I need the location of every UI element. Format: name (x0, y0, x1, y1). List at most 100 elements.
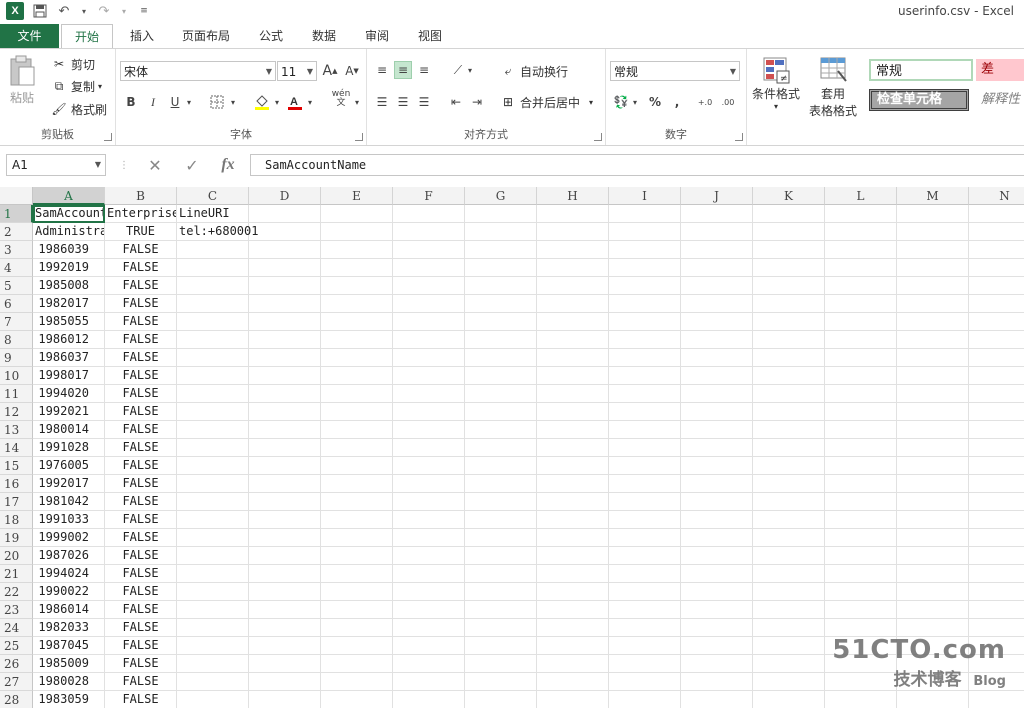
cell-f8[interactable] (393, 331, 465, 349)
cell-a1[interactable]: SamAccountName (33, 205, 105, 223)
cell-e4[interactable] (321, 259, 393, 277)
cell-a19[interactable]: 1999002 (33, 529, 105, 547)
cell-c8[interactable] (177, 331, 249, 349)
cell-e28[interactable] (321, 691, 393, 708)
cell-f15[interactable] (393, 457, 465, 475)
cell-d10[interactable] (249, 367, 321, 385)
cell-i5[interactable] (609, 277, 681, 295)
column-header-d[interactable]: D (249, 187, 321, 205)
column-header-j[interactable]: J (681, 187, 753, 205)
cell-l15[interactable] (825, 457, 897, 475)
cell-l11[interactable] (825, 385, 897, 403)
tab-insert[interactable]: 插入 (120, 24, 164, 48)
cell-l4[interactable] (825, 259, 897, 277)
cell-l3[interactable] (825, 241, 897, 259)
cell-b26[interactable]: FALSE (105, 655, 177, 673)
cell-m13[interactable] (897, 421, 969, 439)
cell-d15[interactable] (249, 457, 321, 475)
cell-d5[interactable] (249, 277, 321, 295)
cell-b24[interactable]: FALSE (105, 619, 177, 637)
cell-f27[interactable] (393, 673, 465, 691)
column-header-m[interactable]: M (897, 187, 969, 205)
phonetic-button[interactable]: wén 文 (329, 90, 353, 108)
cell-b18[interactable]: FALSE (105, 511, 177, 529)
cell-b13[interactable]: FALSE (105, 421, 177, 439)
cell-h6[interactable] (537, 295, 609, 313)
cell-c14[interactable] (177, 439, 249, 457)
cell-k5[interactable] (753, 277, 825, 295)
cell-k17[interactable] (753, 493, 825, 511)
style-explanatory[interactable]: 解释性 (976, 89, 1024, 111)
cell-e12[interactable] (321, 403, 393, 421)
cell-c11[interactable] (177, 385, 249, 403)
cell-e17[interactable] (321, 493, 393, 511)
save-icon[interactable] (32, 3, 48, 19)
cell-j22[interactable] (681, 583, 753, 601)
font-size-select[interactable]: 11 ▼ (277, 61, 317, 81)
cell-c10[interactable] (177, 367, 249, 385)
font-color-button[interactable]: A (286, 93, 304, 111)
cell-c27[interactable] (177, 673, 249, 691)
cell-m10[interactable] (897, 367, 969, 385)
font-color-dropdown-icon[interactable]: ▾ (305, 93, 315, 111)
cell-m6[interactable] (897, 295, 969, 313)
cell-g15[interactable] (465, 457, 537, 475)
row-header[interactable]: 1 (0, 205, 33, 223)
cell-d9[interactable] (249, 349, 321, 367)
row-header[interactable]: 13 (0, 421, 33, 439)
cell-h2[interactable] (537, 223, 609, 241)
cell-f7[interactable] (393, 313, 465, 331)
cell-f4[interactable] (393, 259, 465, 277)
cell-c22[interactable] (177, 583, 249, 601)
cell-g23[interactable] (465, 601, 537, 619)
cell-i14[interactable] (609, 439, 681, 457)
cell-h18[interactable] (537, 511, 609, 529)
copy-button[interactable]: ⧉ 复制 ▾ (50, 77, 102, 95)
cell-m12[interactable] (897, 403, 969, 421)
cell-k23[interactable] (753, 601, 825, 619)
cell-j14[interactable] (681, 439, 753, 457)
bold-button[interactable]: B (122, 93, 140, 111)
row-header[interactable]: 14 (0, 439, 33, 457)
cell-b15[interactable]: FALSE (105, 457, 177, 475)
cell-a4[interactable]: 1992019 (33, 259, 105, 277)
redo-dropdown-icon[interactable]: ▾ (120, 3, 128, 19)
row-header[interactable]: 2 (0, 223, 33, 241)
tab-page-layout[interactable]: 页面布局 (172, 24, 240, 48)
cell-d21[interactable] (249, 565, 321, 583)
cell-g24[interactable] (465, 619, 537, 637)
cell-k22[interactable] (753, 583, 825, 601)
fill-color-button[interactable] (253, 93, 271, 111)
cell-b28[interactable]: FALSE (105, 691, 177, 708)
cell-k1[interactable] (753, 205, 825, 223)
column-header-n[interactable]: N (969, 187, 1024, 205)
cell-k11[interactable] (753, 385, 825, 403)
cell-b2[interactable]: TRUE (105, 223, 177, 241)
cell-j1[interactable] (681, 205, 753, 223)
cell-g10[interactable] (465, 367, 537, 385)
cell-n12[interactable] (969, 403, 1024, 421)
cell-i6[interactable] (609, 295, 681, 313)
align-bottom-button[interactable]: ≡ (415, 61, 433, 79)
cell-a28[interactable]: 1983059 (33, 691, 105, 708)
cell-j20[interactable] (681, 547, 753, 565)
cell-g8[interactable] (465, 331, 537, 349)
cell-h13[interactable] (537, 421, 609, 439)
cell-m4[interactable] (897, 259, 969, 277)
increase-indent-button[interactable]: ⇥ (468, 93, 486, 111)
cell-m11[interactable] (897, 385, 969, 403)
column-header-h[interactable]: H (537, 187, 609, 205)
cell-h12[interactable] (537, 403, 609, 421)
cell-d3[interactable] (249, 241, 321, 259)
cell-c24[interactable] (177, 619, 249, 637)
cell-h3[interactable] (537, 241, 609, 259)
cell-c25[interactable] (177, 637, 249, 655)
cell-l5[interactable] (825, 277, 897, 295)
cell-d24[interactable] (249, 619, 321, 637)
accounting-dropdown-icon[interactable]: ▾ (630, 93, 640, 111)
cell-e9[interactable] (321, 349, 393, 367)
row-header[interactable]: 22 (0, 583, 33, 601)
cell-m21[interactable] (897, 565, 969, 583)
row-header[interactable]: 15 (0, 457, 33, 475)
cell-h10[interactable] (537, 367, 609, 385)
